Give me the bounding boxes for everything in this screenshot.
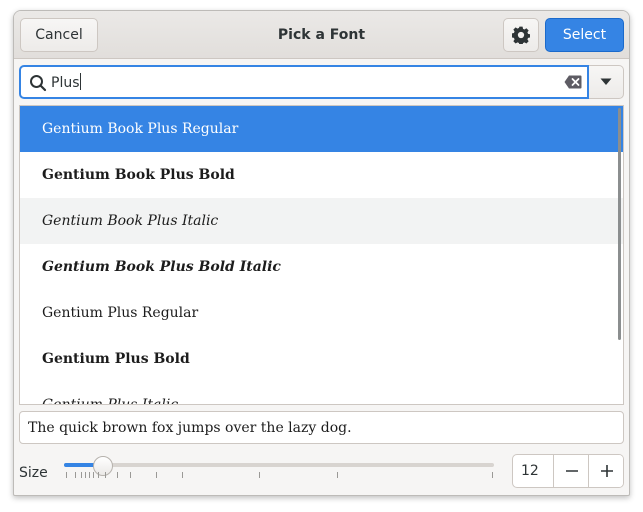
slider-tick bbox=[182, 472, 183, 478]
size-label: Size bbox=[19, 465, 48, 481]
size-slider-track[interactable] bbox=[64, 463, 494, 467]
slider-tick bbox=[81, 472, 82, 478]
font-list-item[interactable]: Gentium Plus Italic bbox=[20, 382, 623, 404]
slider-tick bbox=[130, 472, 131, 478]
slider-tick bbox=[492, 472, 493, 478]
slider-tick bbox=[89, 472, 90, 478]
minus-icon bbox=[565, 470, 578, 472]
select-button[interactable]: Select bbox=[545, 18, 624, 52]
slider-tick bbox=[105, 472, 106, 478]
search-icon bbox=[30, 75, 47, 92]
header-bar: Cancel Pick a Font Select bbox=[14, 11, 629, 59]
search-value: Plus bbox=[51, 75, 80, 91]
font-list[interactable]: Gentium Book Plus Regular Gentium Book P… bbox=[19, 105, 624, 405]
font-chooser-dialog: Cancel Pick a Font Select Plus Gentium B… bbox=[13, 10, 630, 496]
gear-icon bbox=[512, 26, 530, 44]
text-cursor bbox=[79, 73, 81, 90]
slider-tick bbox=[117, 472, 118, 478]
settings-button[interactable] bbox=[503, 18, 539, 52]
search-bar: Plus bbox=[19, 65, 624, 99]
slider-tick bbox=[93, 472, 94, 478]
slider-tick bbox=[259, 472, 260, 478]
slider-tick bbox=[75, 472, 76, 478]
size-slider-handle[interactable] bbox=[92, 456, 113, 476]
font-list-item[interactable]: Gentium Book Plus Regular bbox=[20, 106, 623, 152]
decrease-size-button[interactable] bbox=[553, 455, 589, 487]
slider-tick bbox=[66, 472, 67, 478]
font-list-item[interactable]: Gentium Plus Bold bbox=[20, 336, 623, 382]
size-value[interactable]: 12 bbox=[521, 463, 539, 479]
search-text-container: Plus bbox=[51, 73, 81, 92]
size-spinbutton[interactable]: 12 bbox=[512, 454, 624, 488]
search-input[interactable]: Plus bbox=[19, 65, 589, 99]
search-options-dropdown[interactable] bbox=[589, 65, 624, 99]
plus-icon bbox=[600, 465, 613, 477]
font-list-item[interactable]: Gentium Plus Regular bbox=[20, 290, 623, 336]
font-list-item[interactable]: Gentium Book Plus Italic bbox=[20, 198, 623, 244]
preview-text-field[interactable]: The quick brown fox jumps over the lazy … bbox=[19, 411, 624, 444]
cancel-button[interactable]: Cancel bbox=[20, 18, 98, 52]
slider-tick bbox=[156, 472, 157, 478]
increase-size-button[interactable] bbox=[588, 455, 623, 487]
slider-tick bbox=[98, 472, 99, 478]
clear-text-icon[interactable] bbox=[564, 75, 582, 89]
list-scrollbar[interactable] bbox=[618, 108, 621, 340]
font-list-item[interactable]: Gentium Book Plus Bold bbox=[20, 152, 623, 198]
slider-tick bbox=[85, 472, 86, 478]
pan-down-icon bbox=[600, 78, 612, 85]
font-list-item[interactable]: Gentium Book Plus Bold Italic bbox=[20, 244, 623, 290]
slider-tick bbox=[337, 472, 338, 478]
